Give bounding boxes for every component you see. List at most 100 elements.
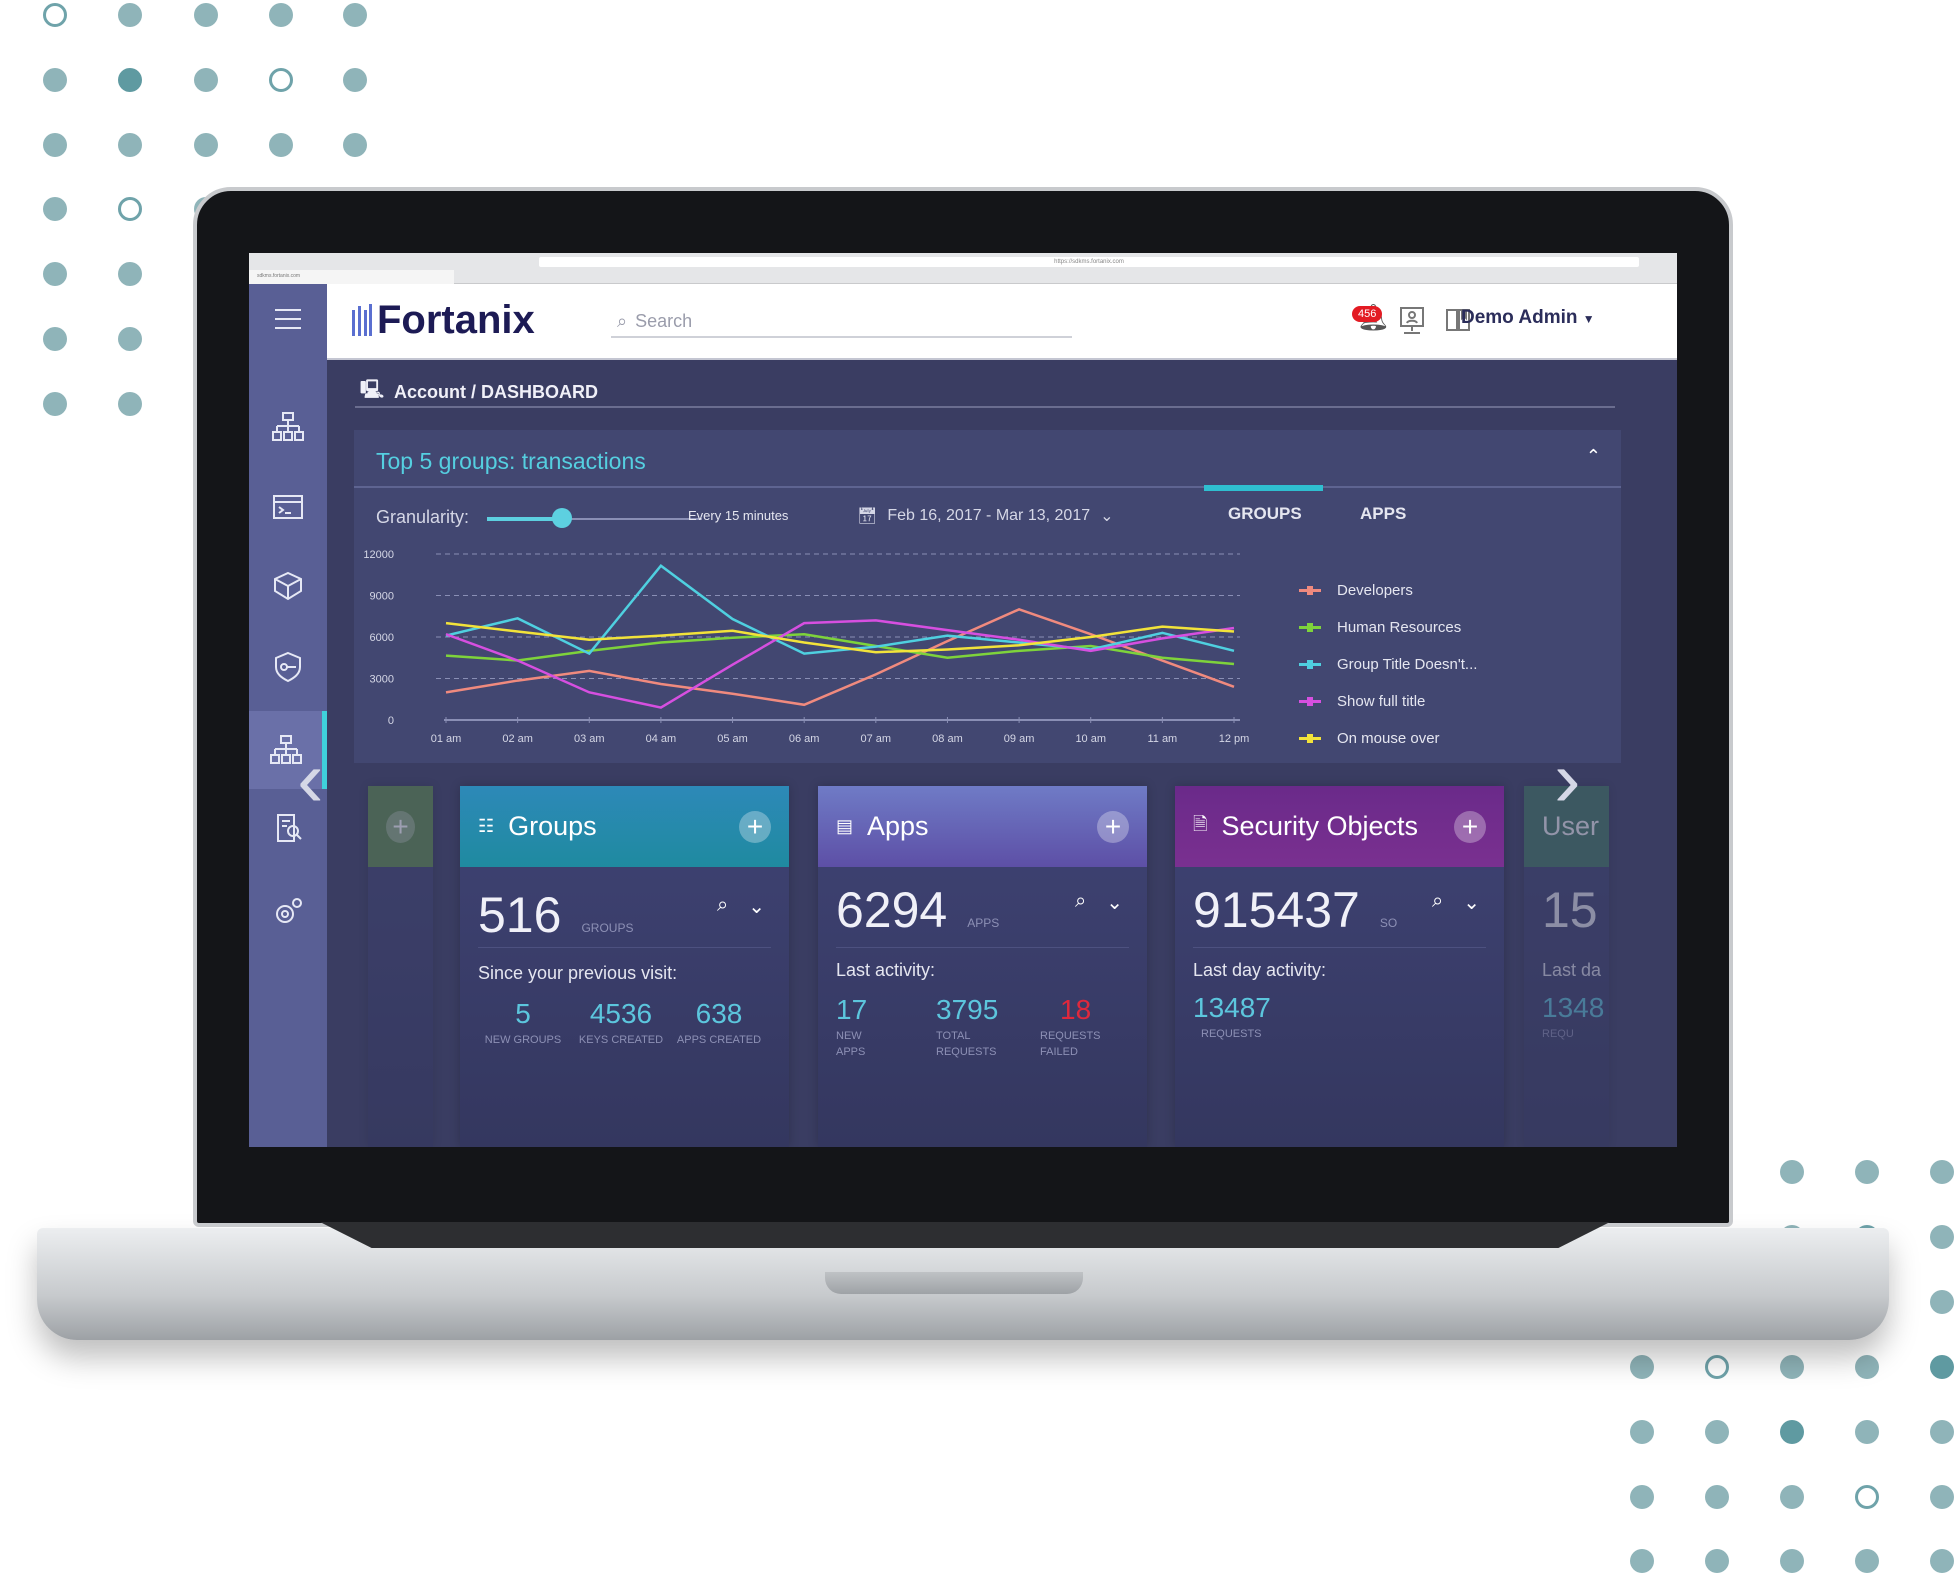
menu-button[interactable] xyxy=(249,289,327,349)
decorative-dot xyxy=(118,68,142,92)
search-placeholder: Search xyxy=(635,310,693,331)
decorative-dot xyxy=(194,3,218,27)
legend-item[interactable]: Human Resources xyxy=(1299,619,1461,636)
granularity-slider-handle[interactable] xyxy=(552,508,573,528)
apps-icon xyxy=(273,495,303,519)
search-input[interactable]: ⌕ Search xyxy=(611,306,1072,338)
decorative-dot xyxy=(343,133,367,157)
series-line-developers xyxy=(445,607,1235,707)
monitor-user-icon[interactable] xyxy=(1399,306,1425,336)
logo-icon xyxy=(352,303,372,336)
decorative-dot xyxy=(1930,1549,1954,1573)
decorative-dot xyxy=(118,392,142,416)
card-groups: ☷ Groups + 516 GROUPS ⌕ ⌄ Since your previou… xyxy=(460,786,789,1147)
browser-tab[interactable]: sdkms.fortanix.com xyxy=(249,270,454,284)
browser-chrome: https://sdkms.fortanix.com sdkms.fortani… xyxy=(249,253,1677,284)
top-header: Fortanix ⌕Search 🔔︎ 456 Demo Admin ▼ xyxy=(327,284,1677,360)
decorative-dot xyxy=(118,3,142,27)
groups-icon: ☷ xyxy=(478,816,495,836)
collapse-chevron-up-icon[interactable]: ⌃ xyxy=(1586,446,1601,467)
decorative-dot xyxy=(1780,1355,1804,1379)
add-security-object-button[interactable]: + xyxy=(1454,810,1486,843)
decorative-dot xyxy=(43,262,67,286)
decorative-dot xyxy=(1930,1225,1954,1249)
y-tick-label: 3000 xyxy=(370,674,394,686)
decorative-dot xyxy=(118,197,142,221)
x-tick-label: 05 am xyxy=(717,733,748,745)
decorative-dot xyxy=(1930,1355,1954,1379)
fortanix-logo[interactable]: Fortanix xyxy=(351,298,535,343)
decorative-dot xyxy=(1855,1549,1879,1573)
chevron-down-icon[interactable]: ⌄ xyxy=(1463,890,1480,915)
x-tick-label: 11 am xyxy=(1147,733,1177,745)
sidebar-item-settings[interactable] xyxy=(249,881,327,941)
x-tick-label: 09 am xyxy=(1004,733,1035,745)
settings-icon xyxy=(276,898,302,923)
series-line-on-mouse-over xyxy=(445,621,1235,654)
add-group-button[interactable]: + xyxy=(739,810,771,843)
decorative-dot xyxy=(1855,1485,1879,1509)
decorative-dot xyxy=(194,68,218,92)
chevron-down-icon[interactable]: ⌄ xyxy=(748,894,765,919)
decorative-dot xyxy=(343,68,367,92)
legend-item[interactable]: Show full title xyxy=(1299,693,1425,710)
divider xyxy=(1193,947,1486,948)
groups-count: 516 xyxy=(478,887,562,943)
x-tick-label: 03 am xyxy=(574,733,605,745)
legend-item[interactable]: On mouse over xyxy=(1299,730,1440,747)
divider xyxy=(836,947,1129,948)
search-icon[interactable]: ⌕ xyxy=(717,894,728,919)
sidebar-item-apps[interactable] xyxy=(249,477,327,537)
y-tick-label: 9000 xyxy=(370,591,394,603)
add-app-button[interactable]: + xyxy=(1097,810,1129,843)
decorative-dot xyxy=(43,197,67,221)
sidebar-item-groups[interactable] xyxy=(249,397,327,457)
address-bar[interactable]: https://sdkms.fortanix.com xyxy=(539,257,1639,267)
panel-title: Top 5 groups: transactions xyxy=(376,448,646,474)
groups-icon xyxy=(272,412,304,441)
decorative-dot xyxy=(1630,1355,1654,1379)
decorative-dot xyxy=(1780,1420,1804,1444)
breadcrumb-text[interactable]: Account / DASHBOARD xyxy=(394,382,598,403)
x-tick-label: 02 am xyxy=(502,733,533,745)
screen: https://sdkms.fortanix.com sdkms.fortani… xyxy=(249,253,1677,1147)
legend-item[interactable]: Group Title Doesn't... xyxy=(1299,656,1477,673)
decorative-dot xyxy=(194,133,218,157)
tab-apps[interactable]: APPS xyxy=(1360,504,1406,524)
date-range-picker[interactable]: 📅︎ Feb 16, 2017 - Mar 13, 2017 ⌄ xyxy=(857,506,1114,526)
stat-keys-created: 4536 KEYS CREATED xyxy=(578,998,664,1046)
decorative-dot xyxy=(118,262,142,286)
carousel-prev-arrow[interactable]: ‹ xyxy=(297,733,324,825)
decorative-dot xyxy=(1780,1549,1804,1573)
decorative-dot xyxy=(1930,1420,1954,1444)
sidebar-item-shield[interactable] xyxy=(249,637,327,697)
y-tick-label: 12000 xyxy=(363,549,394,561)
user-menu[interactable]: Demo Admin ▼ xyxy=(1461,307,1595,329)
chevron-down-icon[interactable]: ⌄ xyxy=(1106,890,1123,915)
card-subtitle: Last day activity: xyxy=(1193,960,1327,980)
line-chart: 12000 9000 6000 3000 0 01 am 02 am 03 am 04 am 05… xyxy=(363,549,1249,745)
dashboard-icon: 🖳︎ xyxy=(360,379,385,399)
card-security-objects: 🗎︎ Security Objects + 915437 SO ⌕ ⌄ Last day… xyxy=(1175,786,1504,1147)
legend-item[interactable]: Developers xyxy=(1299,582,1413,599)
search-icon[interactable]: ⌕ xyxy=(1075,890,1086,915)
card-subtitle: Since your previous visit: xyxy=(478,963,678,983)
decorative-dot xyxy=(1705,1355,1729,1379)
decorative-dot xyxy=(343,3,367,27)
decorative-dot xyxy=(43,392,67,416)
add-icon[interactable]: + xyxy=(386,810,415,843)
decorative-dot xyxy=(1930,1290,1954,1314)
decorative-dot xyxy=(118,327,142,351)
divider xyxy=(478,947,771,948)
granularity-value: Every 15 minutes xyxy=(688,508,789,523)
card-title: Security Objects xyxy=(1221,811,1419,841)
stat-requests: 13487 REQUESTS xyxy=(1193,992,1271,1040)
search-icon[interactable]: ⌕ xyxy=(1432,890,1443,915)
carousel-next-arrow[interactable]: › xyxy=(1554,733,1581,825)
card-title: Apps xyxy=(867,811,929,841)
chevron-down-icon: ⌄ xyxy=(1100,508,1114,525)
laptop-hinge xyxy=(320,1222,1610,1248)
sidebar-item-security-objects[interactable] xyxy=(249,556,327,616)
tab-groups[interactable]: GROUPS xyxy=(1228,504,1302,524)
legend-label: Developers xyxy=(1337,582,1413,599)
